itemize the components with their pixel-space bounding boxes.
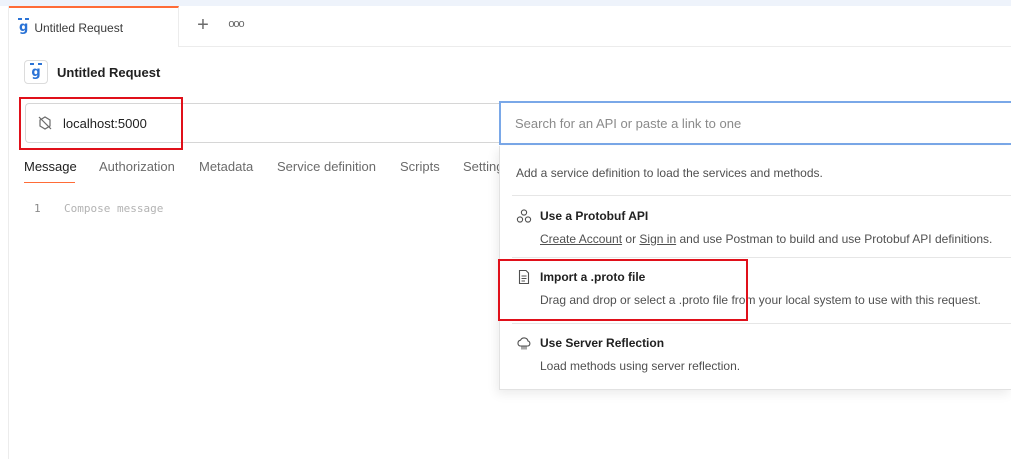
create-account-link[interactable]: Create Account bbox=[540, 232, 622, 246]
tab-bar: g Untitled Request + ooo bbox=[9, 6, 1011, 47]
request-header: g Untitled Request bbox=[24, 60, 160, 84]
tab-label: Untitled Request bbox=[34, 20, 124, 35]
left-divider bbox=[8, 6, 9, 459]
option-server-reflection[interactable]: Use Server Reflection Load methods using… bbox=[500, 324, 1011, 388]
tab-scripts[interactable]: Scripts bbox=[400, 159, 440, 183]
tab-authorization[interactable]: Authorization bbox=[99, 159, 175, 183]
option-protobuf-api[interactable]: Use a Protobuf API Create Account or Sig… bbox=[500, 196, 1011, 257]
compose-placeholder: Compose message bbox=[64, 202, 164, 215]
option-description: Drag and drop or select a .proto file fr… bbox=[540, 293, 981, 307]
server-url-input[interactable]: localhost:5000 bbox=[25, 103, 500, 143]
more-horizontal-icon[interactable]: ooo bbox=[227, 18, 245, 34]
option-title: Use Server Reflection bbox=[540, 336, 665, 350]
option-import-proto-file[interactable]: Import a .proto file Drag and drop or se… bbox=[500, 258, 1011, 323]
option-title: Import a .proto file bbox=[540, 270, 646, 284]
grpc-icon: g bbox=[17, 18, 30, 35]
option-title: Use a Protobuf API bbox=[540, 209, 649, 223]
tab-metadata[interactable]: Metadata bbox=[199, 159, 253, 183]
server-url-value: localhost:5000 bbox=[63, 115, 147, 131]
tab-message[interactable]: Message bbox=[24, 159, 77, 183]
tab-untitled-request[interactable]: g Untitled Request bbox=[9, 6, 179, 47]
line-number: 1 bbox=[34, 202, 41, 215]
service-definition-dropdown: Add a service definition to load the ser… bbox=[499, 146, 1011, 390]
tab-settings[interactable]: Settings bbox=[463, 159, 500, 183]
grpc-icon: g bbox=[24, 60, 48, 84]
option-description: Create Account or Sign in and use Postma… bbox=[540, 232, 993, 246]
request-subtabs: Message Authorization Metadata Service d… bbox=[24, 159, 500, 183]
dropdown-intro: Add a service definition to load the ser… bbox=[516, 166, 823, 180]
cloud-reflection-icon bbox=[517, 337, 531, 350]
request-title[interactable]: Untitled Request bbox=[57, 65, 160, 80]
message-editor[interactable]: 1 Compose message bbox=[34, 202, 163, 215]
tab-service-definition[interactable]: Service definition bbox=[277, 159, 376, 183]
search-input[interactable] bbox=[515, 115, 995, 131]
file-icon bbox=[518, 269, 530, 285]
disconnected-icon bbox=[38, 116, 52, 130]
plus-icon[interactable]: + bbox=[193, 15, 213, 36]
service-definition-search[interactable] bbox=[499, 101, 1011, 145]
option-description: Load methods using server reflection. bbox=[540, 359, 741, 373]
sign-in-link[interactable]: Sign in bbox=[639, 232, 676, 246]
protobuf-nodes-icon bbox=[516, 209, 532, 223]
